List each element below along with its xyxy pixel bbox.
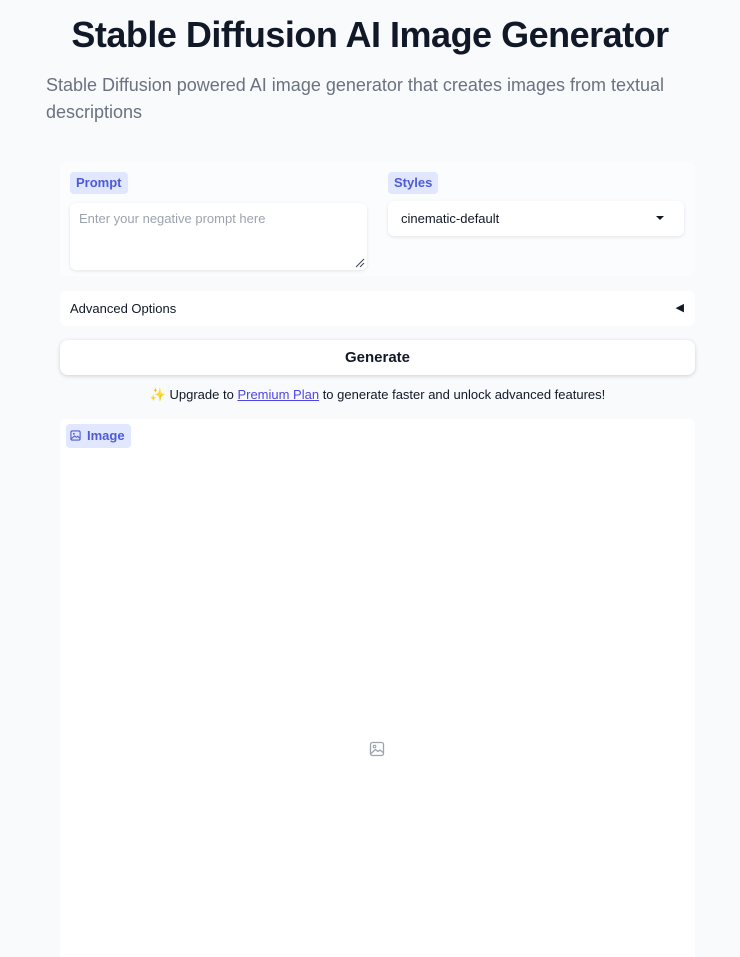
styles-selected-value: cinematic-default bbox=[401, 211, 500, 226]
page-title: Stable Diffusion AI Image Generator bbox=[71, 14, 669, 55]
image-placeholder-icon bbox=[369, 741, 385, 757]
page-subtitle: Stable Diffusion powered AI image genera… bbox=[46, 75, 665, 122]
sparkle-icon: ✨ bbox=[149, 387, 166, 402]
styles-dropdown[interactable]: cinematic-default bbox=[388, 201, 684, 236]
image-output-panel bbox=[60, 419, 695, 957]
triangle-left-icon: ◀ bbox=[675, 302, 684, 314]
prompt-input[interactable] bbox=[70, 203, 367, 270]
upgrade-suffix: to generate faster and unlock advanced f… bbox=[319, 387, 606, 402]
caret-down-icon bbox=[656, 216, 664, 220]
image-output-label: Image bbox=[66, 424, 131, 448]
upgrade-prefix: Upgrade to bbox=[165, 387, 238, 402]
advanced-options-toggle[interactable]: Advanced Options ◀ bbox=[60, 291, 695, 326]
image-label-icon bbox=[70, 430, 81, 441]
advanced-options-label: Advanced Options bbox=[70, 301, 177, 316]
prompt-label: Prompt bbox=[70, 172, 128, 194]
styles-label: Styles bbox=[388, 172, 439, 194]
premium-plan-link[interactable]: Premium Plan bbox=[237, 387, 319, 402]
image-label-text: Image bbox=[87, 428, 125, 443]
upgrade-notice: ✨ Upgrade to Premium Plan to generate fa… bbox=[0, 387, 740, 403]
resize-grip-icon[interactable] bbox=[355, 258, 365, 268]
generate-button[interactable]: Generate bbox=[60, 340, 695, 375]
